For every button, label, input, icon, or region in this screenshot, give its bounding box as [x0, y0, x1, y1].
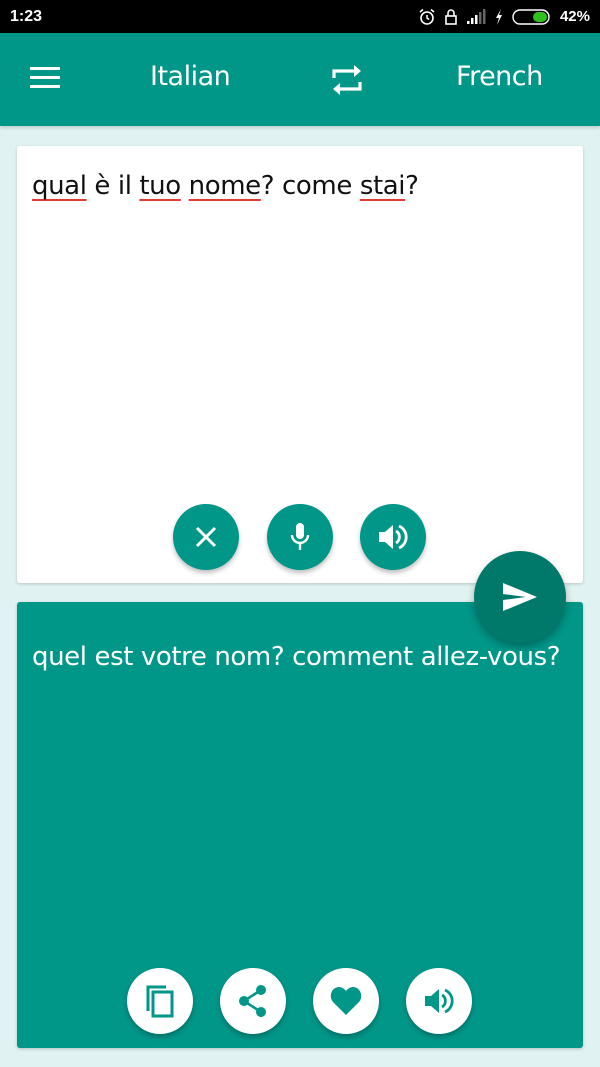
- translate-button[interactable]: [474, 551, 566, 643]
- battery-percentage: 42%: [559, 8, 590, 25]
- hamburger-menu-icon: [30, 67, 60, 88]
- swap-languages-button[interactable]: [328, 61, 366, 99]
- source-word: ?: [405, 171, 419, 201]
- favorite-icon: [330, 987, 362, 1015]
- swap-languages-icon: [332, 65, 362, 95]
- translation-card: quel est votre nom? comment allez-vous?: [17, 602, 583, 1048]
- copy-button[interactable]: [127, 968, 193, 1034]
- app-bar: Italian French: [0, 33, 600, 126]
- status-bar: 1:23 42%: [0, 0, 600, 33]
- source-word: è il: [86, 171, 140, 201]
- status-time: 1:23: [10, 7, 43, 25]
- speaker-icon: [425, 988, 454, 1014]
- source-word: stai: [359, 171, 406, 201]
- translation-text: quel est votre nom? comment allez-vous?: [32, 642, 561, 672]
- send-icon: [503, 583, 537, 611]
- microphone-icon: [290, 523, 310, 550]
- share-icon: [239, 985, 266, 1017]
- source-speaker-button[interactable]: [360, 504, 426, 570]
- alarm-icon: [419, 8, 435, 25]
- source-word: tuo: [139, 171, 181, 201]
- menu-button[interactable]: [26, 63, 66, 97]
- share-button[interactable]: [220, 968, 286, 1034]
- status-icons: 42%: [418, 8, 590, 26]
- source-word: [181, 171, 189, 201]
- signal-icon: [466, 8, 486, 24]
- lock-icon: [445, 8, 457, 25]
- target-speaker-button[interactable]: [406, 968, 472, 1034]
- clear-button[interactable]: [173, 504, 239, 570]
- copy-icon: [146, 985, 174, 1018]
- source-word: qual: [32, 171, 87, 201]
- clear-icon: [195, 526, 217, 548]
- charging-icon: [495, 8, 502, 25]
- favorite-button[interactable]: [313, 968, 379, 1034]
- speaker-icon: [379, 524, 408, 550]
- source-word: ? come: [260, 171, 360, 201]
- source-word: nome: [188, 171, 262, 201]
- battery-icon: [512, 8, 550, 25]
- source-language-selector[interactable]: Italian: [150, 61, 231, 92]
- target-language-selector[interactable]: French: [456, 61, 543, 92]
- source-text-input[interactable]: qual è il tuo nome? come stai?: [32, 168, 562, 204]
- source-text-card: qual è il tuo nome? come stai?: [17, 146, 583, 583]
- microphone-button[interactable]: [267, 504, 333, 570]
